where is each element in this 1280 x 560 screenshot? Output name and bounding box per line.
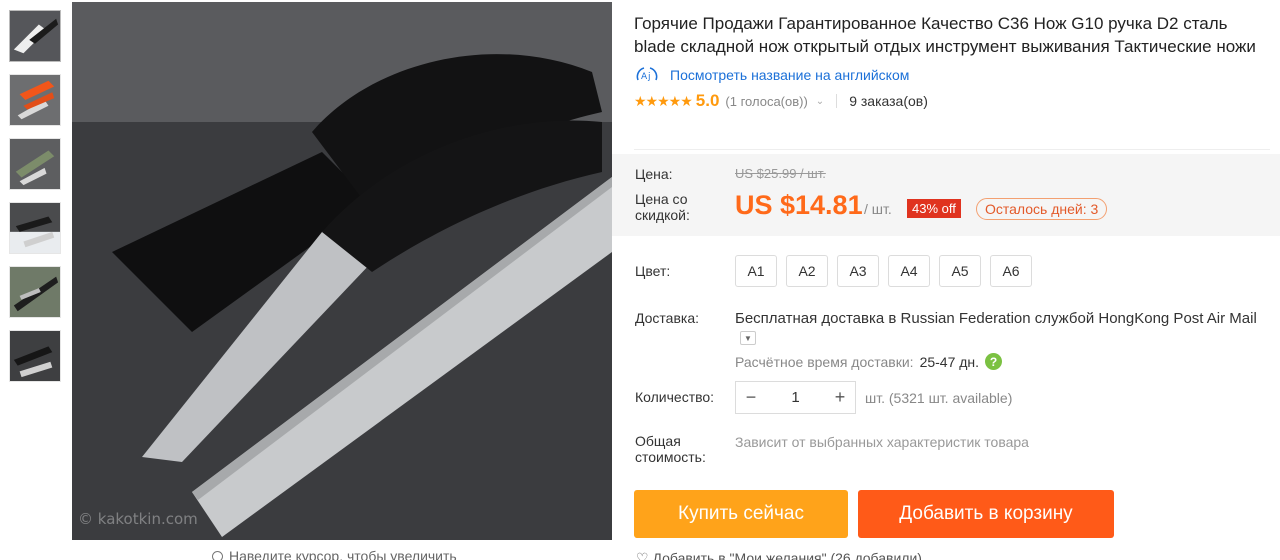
color-option-a4[interactable]: A4 bbox=[888, 255, 930, 287]
wishlist-text[interactable]: Добавить в "Мои желания" (26 добавили) bbox=[652, 550, 921, 560]
color-option-a3[interactable]: A3 bbox=[837, 255, 879, 287]
quantity-input[interactable]: 1 bbox=[766, 389, 825, 406]
color-option-a6[interactable]: A6 bbox=[990, 255, 1032, 287]
watermark: © kakotkin.com bbox=[78, 510, 198, 528]
thumbnail-6[interactable] bbox=[9, 330, 61, 382]
thumbnail-2[interactable] bbox=[9, 74, 61, 126]
zoom-hint-text: Наведите курсор, чтобы увеличить bbox=[229, 548, 457, 560]
eta-label: Расчётное время доставки: bbox=[735, 353, 914, 370]
quantity-increase-button[interactable]: + bbox=[825, 387, 855, 408]
divider bbox=[634, 149, 1270, 150]
color-options: A1 A2 A3 A4 A5 A6 bbox=[735, 255, 1032, 287]
star-rating-icon: ★★★★★ bbox=[634, 92, 693, 109]
price-label: Цена: bbox=[635, 166, 673, 182]
total-label: Общая стоимость: bbox=[635, 433, 706, 465]
shipping-label: Доставка: bbox=[635, 310, 700, 326]
color-option-a5[interactable]: A5 bbox=[939, 255, 981, 287]
translate-link[interactable]: A j Посмотреть название на английском bbox=[634, 66, 1274, 84]
add-to-cart-button[interactable]: Добавить в корзину bbox=[858, 490, 1114, 538]
color-option-a2[interactable]: A2 bbox=[786, 255, 828, 287]
help-icon[interactable]: ? bbox=[985, 353, 1003, 370]
buy-now-button[interactable]: Купить сейчас bbox=[634, 490, 848, 538]
rating-row: ★★★★★ 5.0 (1 голоса(ов)) ⌄ 9 заказа(ов) bbox=[634, 91, 1274, 111]
free-shipping: Бесплатная доставка в bbox=[735, 310, 897, 327]
thumbnail-strip bbox=[9, 10, 63, 394]
color-option-a1[interactable]: A1 bbox=[735, 255, 777, 287]
old-price: US $25.99 / шт. bbox=[735, 166, 826, 181]
votes-count[interactable]: (1 голоса(ов)) bbox=[725, 94, 807, 109]
product-title: Горячие Продажи Гарантированное Качество… bbox=[634, 14, 1256, 56]
shipping-dropdown-chevron-icon[interactable]: ▼ bbox=[740, 331, 756, 345]
total-value: Зависит от выбранных характеристик товар… bbox=[735, 434, 1029, 450]
thumbnail-3[interactable] bbox=[9, 138, 61, 190]
discount-price-label: Цена со скидкой: bbox=[635, 191, 690, 223]
thumbnail-1[interactable] bbox=[9, 10, 61, 62]
translate-link-text[interactable]: Посмотреть название на английском bbox=[670, 67, 909, 83]
quantity-label: Количество: bbox=[635, 389, 715, 405]
shipping-text: Бесплатная доставка в Russian Federation… bbox=[735, 310, 1257, 327]
product-main-image[interactable]: © kakotkin.com bbox=[72, 2, 612, 540]
quantity-stepper: − 1 + bbox=[735, 381, 856, 414]
discount-badge: 43% off bbox=[907, 199, 961, 218]
discounted-price: US $14.81 bbox=[735, 190, 863, 220]
shipping-carrier: HongKong Post Air Mail bbox=[1098, 310, 1257, 327]
translate-icon: A j bbox=[636, 67, 658, 82]
zoom-hint: Наведите курсор, чтобы увеличить bbox=[212, 548, 457, 560]
chevron-down-icon[interactable]: ⌄ bbox=[816, 96, 824, 107]
divider bbox=[836, 94, 838, 108]
quantity-decrease-button[interactable]: − bbox=[736, 387, 766, 408]
wishlist-link[interactable]: ♡ Добавить в "Мои желания" (26 добавили) bbox=[636, 550, 922, 560]
heart-icon: ♡ bbox=[636, 550, 649, 560]
rating-score: 5.0 bbox=[695, 91, 720, 110]
svg-text:A: A bbox=[641, 72, 648, 82]
available-stock: шт. (5321 шт. available) bbox=[865, 390, 1013, 406]
svg-text:j: j bbox=[647, 72, 651, 82]
days-left-badge: Осталось дней: 3 bbox=[976, 198, 1108, 220]
per-unit: / шт. bbox=[864, 201, 892, 217]
orders-count: 9 заказа(ов) bbox=[849, 93, 928, 109]
delivery-estimate: Расчётное время доставки: 25-47 дн. ? bbox=[735, 353, 1003, 370]
magnifier-icon bbox=[212, 551, 223, 560]
thumbnail-4[interactable] bbox=[9, 202, 61, 254]
eta-value: 25-47 дн. bbox=[919, 353, 980, 370]
color-label: Цвет: bbox=[635, 263, 671, 279]
product-info: Горячие Продажи Гарантированное Качество… bbox=[634, 12, 1274, 111]
shipping-via: службой bbox=[1034, 310, 1095, 327]
thumbnail-5[interactable] bbox=[9, 266, 61, 318]
shipping-country[interactable]: Russian Federation bbox=[901, 310, 1031, 327]
